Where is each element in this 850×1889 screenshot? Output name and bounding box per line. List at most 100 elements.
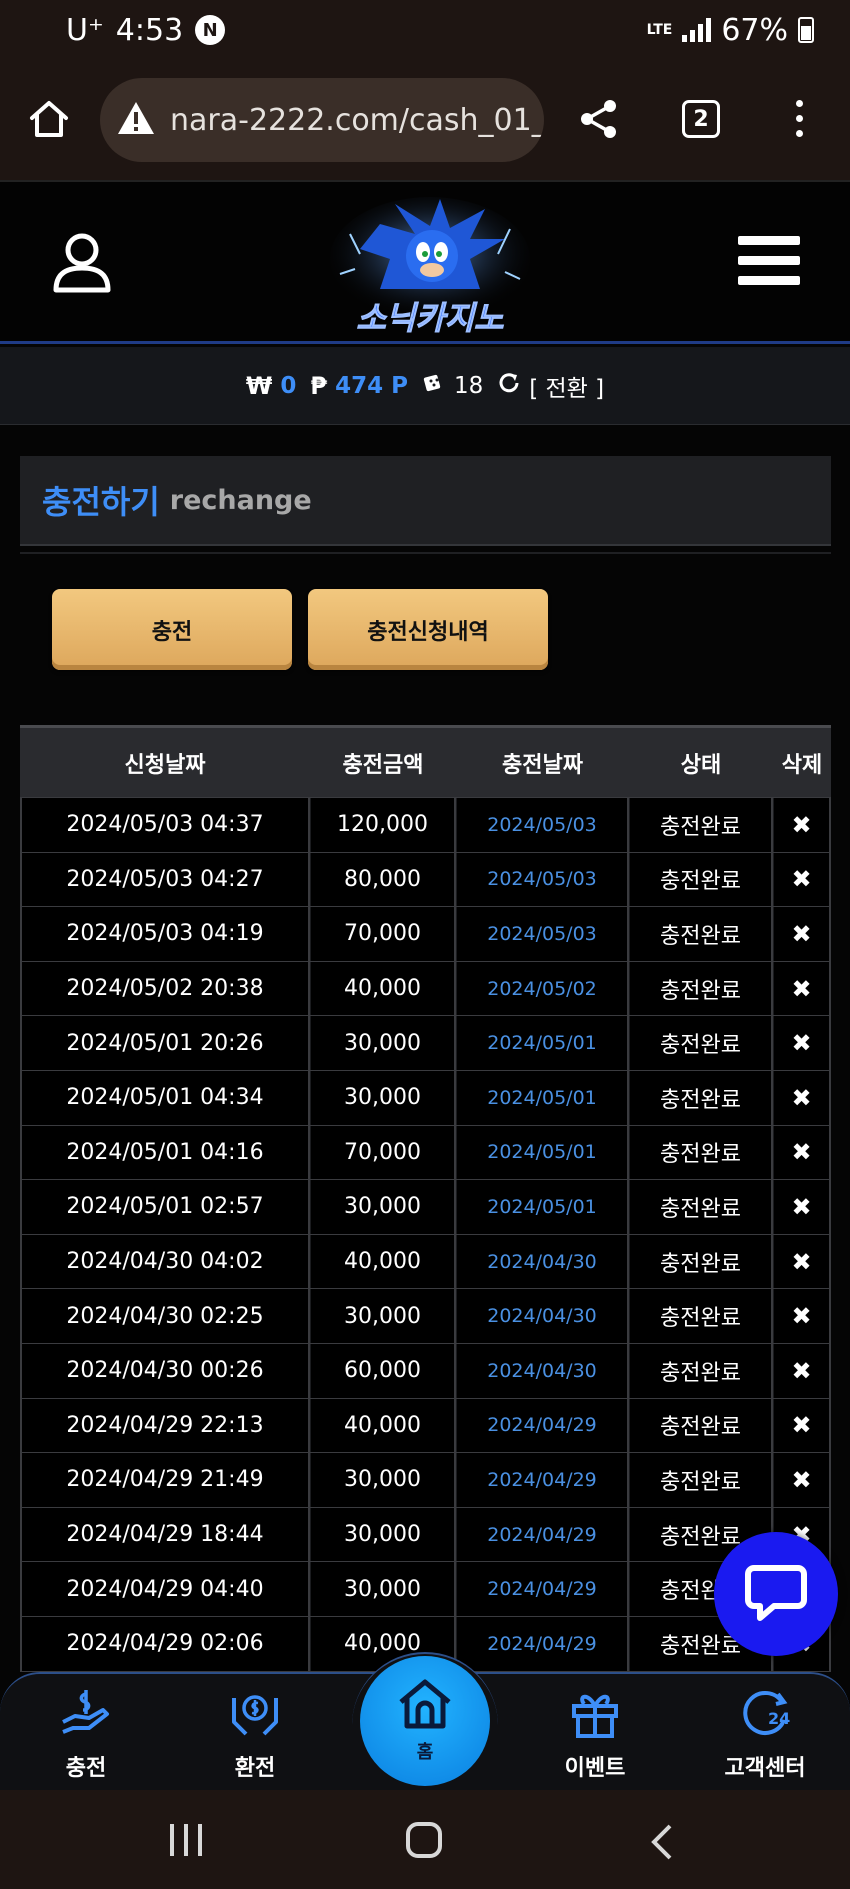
share-icon[interactable] [578, 98, 620, 144]
delete-icon[interactable]: ✖ [773, 798, 831, 852]
home-icon[interactable] [396, 1678, 454, 1734]
support-24-icon[interactable]: 24 [738, 1688, 792, 1742]
table-row: 2024/04/29 22:13 40,000 2024/04/29 충전완료 ✖ [20, 1398, 831, 1454]
user-icon[interactable] [52, 232, 112, 298]
android-home-icon[interactable] [406, 1822, 442, 1858]
page-title: 충전하기 [42, 483, 160, 521]
delete-icon[interactable]: ✖ [773, 1289, 831, 1343]
more-options-icon[interactable] [796, 100, 803, 137]
header-status: 상태 [680, 752, 722, 778]
amount-cell: 30,000 [310, 1289, 456, 1343]
chat-bubble-icon[interactable] [744, 1562, 808, 1626]
hand-money-icon[interactable] [59, 1688, 113, 1742]
notification-n-icon: N [195, 15, 226, 45]
amount-cell: 120,000 [310, 798, 456, 852]
switch-label[interactable]: [ 전환 ] [529, 369, 604, 403]
gift-icon[interactable] [568, 1688, 622, 1742]
back-icon[interactable] [650, 1822, 674, 1866]
recents-icon[interactable] [170, 1824, 202, 1856]
status-cell: 충전완료 [629, 1234, 773, 1289]
nav-home[interactable]: 홈 [360, 1656, 490, 1786]
warning-icon[interactable] [116, 100, 156, 140]
charge-date-cell: 2024/05/01 [456, 1180, 629, 1234]
delete-icon[interactable]: ✖ [773, 1180, 831, 1234]
table-row: 2024/05/03 04:19 70,000 2024/05/03 충전완료 ✖ [20, 907, 831, 962]
tab-count-button[interactable]: 2 [682, 100, 720, 138]
nav-exchange[interactable]: 환전 [195, 1688, 315, 1782]
request-date-cell: 2024/04/29 18:44 [20, 1507, 310, 1562]
delete-icon[interactable]: ✖ [773, 1016, 831, 1070]
request-date-cell: 2024/05/01 04:34 [20, 1070, 310, 1125]
chip-icon [422, 371, 446, 401]
url-text[interactable]: nara-2222.com/cash_01_1. [170, 103, 544, 138]
delete-icon[interactable]: ✖ [773, 1125, 831, 1180]
nav-support-label[interactable]: 고객센터 [725, 1750, 806, 1782]
amount-cell: 40,000 [310, 1234, 456, 1289]
status-cell: 충전완료 [629, 1070, 773, 1125]
nav-charge[interactable]: 충전 [26, 1688, 146, 1782]
delete-icon[interactable]: ✖ [773, 1453, 831, 1507]
amount-cell: 30,000 [310, 1562, 456, 1616]
browser-home-icon[interactable] [28, 98, 70, 144]
delete-icon[interactable]: ✖ [773, 852, 831, 907]
request-date-cell: 2024/04/29 04:40 [20, 1562, 310, 1616]
status-cell: 충전완료 [629, 798, 773, 852]
request-date-cell: 2024/05/03 04:27 [20, 852, 310, 907]
hamburger-menu-icon[interactable] [738, 236, 800, 285]
request-date-cell: 2024/05/01 02:57 [20, 1180, 310, 1234]
request-date-cell: 2024/05/01 04:16 [20, 1125, 310, 1180]
status-cell: 충전완료 [629, 1453, 773, 1507]
hands-dollar-icon[interactable] [228, 1688, 282, 1742]
table-row: 2024/04/30 04:02 40,000 2024/04/30 충전완료 ✖ [20, 1234, 831, 1290]
charge-date-cell: 2024/05/03 [456, 852, 629, 907]
amount-cell: 40,000 [310, 1398, 456, 1453]
status-cell: 충전완료 [629, 1398, 773, 1453]
nav-home-label[interactable]: 홈 [417, 1738, 434, 1764]
charge-date-cell: 2024/04/30 [456, 1234, 629, 1289]
signal-icon [682, 18, 712, 42]
nav-event[interactable]: 이벤트 [535, 1688, 655, 1782]
won-icon: ₩ [245, 371, 273, 400]
charge-date-cell: 2024/04/29 [456, 1507, 629, 1562]
divider [20, 552, 831, 554]
request-date-cell: 2024/04/29 22:13 [20, 1398, 310, 1453]
amount-cell: 30,000 [310, 1180, 456, 1234]
delete-icon[interactable]: ✖ [773, 1070, 831, 1125]
switch-button[interactable]: [ 전환 ] [497, 369, 604, 403]
nav-support[interactable]: 24 고객센터 [705, 1688, 825, 1782]
nav-exchange-label[interactable]: 환전 [235, 1750, 275, 1782]
charge-date-cell: 2024/05/01 [456, 1070, 629, 1125]
delete-icon[interactable]: ✖ [773, 1234, 831, 1289]
chat-button[interactable] [714, 1532, 838, 1656]
delete-icon[interactable]: ✖ [773, 961, 831, 1016]
point-balance: 474 P [335, 372, 408, 399]
nav-charge-label[interactable]: 충전 [66, 1750, 106, 1782]
request-date-cell: 2024/04/29 21:49 [20, 1453, 310, 1507]
address-bar[interactable]: nara-2222.com/cash_01_1. [100, 78, 544, 162]
request-date-cell: 2024/04/30 00:26 [20, 1343, 310, 1398]
request-date-cell: 2024/05/03 04:19 [20, 907, 310, 961]
delete-icon[interactable]: ✖ [773, 1398, 831, 1453]
charge-date-cell: 2024/04/29 [456, 1616, 629, 1671]
charge-date-cell: 2024/04/29 [456, 1562, 629, 1616]
request-date-cell: 2024/05/02 20:38 [20, 961, 310, 1016]
request-date-cell: 2024/04/29 02:06 [20, 1616, 310, 1671]
status-cell: 충전완료 [629, 1289, 773, 1343]
refresh-icon[interactable] [497, 371, 521, 401]
delete-icon[interactable]: ✖ [773, 907, 831, 961]
amount-cell: 30,000 [310, 1453, 456, 1507]
table-row: 2024/04/29 18:44 30,000 2024/04/29 충전완료 ✖ [20, 1507, 831, 1563]
charge-date-cell: 2024/05/03 [456, 907, 629, 961]
delete-icon[interactable]: ✖ [773, 1343, 831, 1398]
table-row: 2024/05/01 04:16 70,000 2024/05/01 충전완료 ✖ [20, 1125, 831, 1181]
browser-toolbar: nara-2222.com/cash_01_1. 2 [0, 60, 850, 180]
site-logo[interactable]: 소닉카지노 [320, 194, 540, 339]
nav-event-label[interactable]: 이벤트 [565, 1750, 626, 1782]
charge-button[interactable]: 충전 [52, 589, 292, 670]
amount-cell: 30,000 [310, 1070, 456, 1125]
lte-indicator: LTE [646, 22, 673, 38]
charge-history-button[interactable]: 충전신청내역 [308, 589, 548, 670]
table-row: 2024/04/29 04:4030,0002024/04/29충전완료✖ [20, 1562, 831, 1617]
amount-cell: 30,000 [310, 1016, 456, 1070]
table-row: 2024/04/29 21:49 30,000 2024/04/29 충전완료 ✖ [20, 1453, 831, 1508]
